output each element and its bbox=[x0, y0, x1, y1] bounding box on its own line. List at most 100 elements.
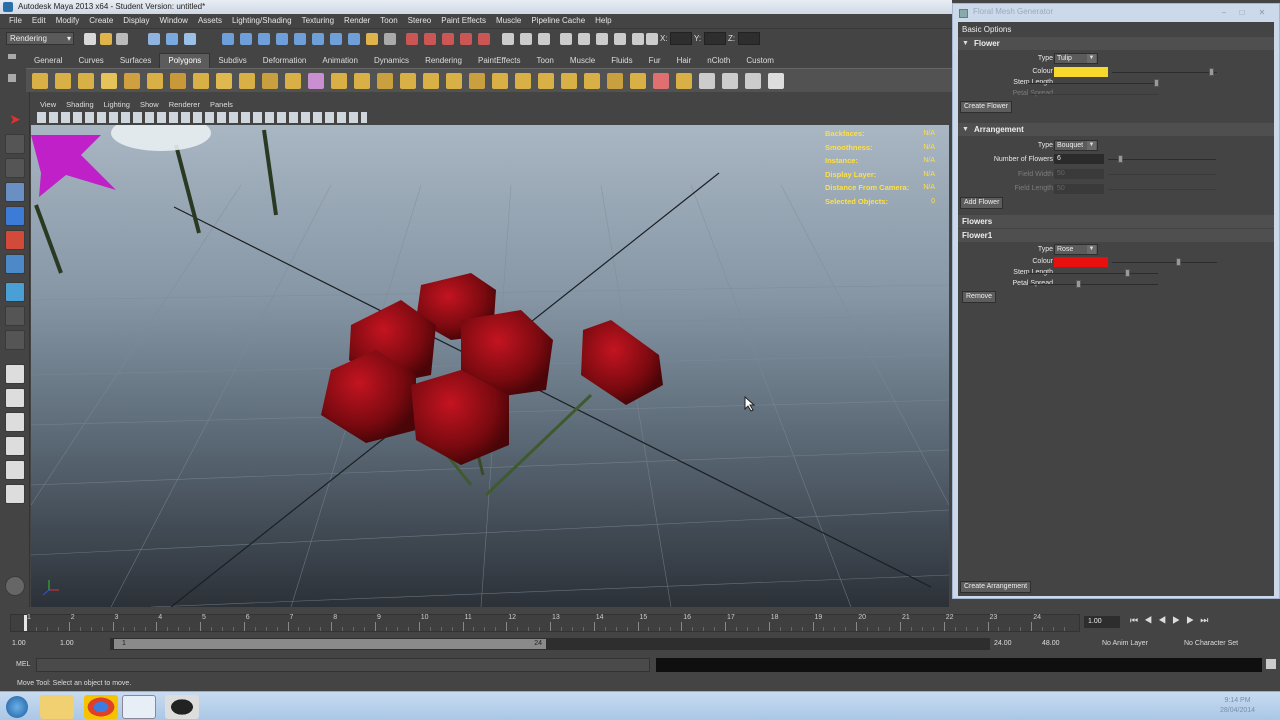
shelf-menu-icon[interactable] bbox=[4, 52, 20, 86]
select-tool-icon[interactable]: ➤ bbox=[5, 110, 25, 130]
render-view-icon[interactable] bbox=[478, 33, 490, 45]
save-scene-icon[interactable] bbox=[116, 33, 128, 45]
shelf-tab-general[interactable]: General bbox=[26, 54, 70, 68]
flower1-colour-slider-thumb[interactable] bbox=[1176, 258, 1181, 266]
stem-length-slider-track[interactable] bbox=[1028, 83, 1158, 84]
shelf-tool-icon[interactable] bbox=[32, 73, 48, 89]
channel-box-icon[interactable] bbox=[538, 33, 550, 45]
menu-item-window[interactable]: Window bbox=[155, 14, 193, 28]
menu-item-muscle[interactable]: Muscle bbox=[491, 14, 526, 28]
shelf-tool-icon[interactable] bbox=[193, 73, 209, 89]
history-icon[interactable] bbox=[330, 33, 342, 45]
shelf-tab-muscle[interactable]: Muscle bbox=[562, 54, 603, 68]
stem-length-slider-thumb[interactable] bbox=[1154, 79, 1159, 87]
persp-outliner-layout-icon[interactable] bbox=[5, 412, 25, 432]
chrome-taskbar-icon[interactable] bbox=[84, 695, 118, 719]
tool-settings-icon[interactable] bbox=[520, 33, 532, 45]
perspective-viewport[interactable]: Backfaces: N/A Smoothness: N/A Instance: N/A D… bbox=[31, 125, 949, 607]
grid-icon[interactable] bbox=[614, 33, 626, 45]
shelf-tab-custom[interactable]: Custom bbox=[738, 54, 782, 68]
current-time-marker[interactable] bbox=[24, 615, 27, 631]
single-perspective-layout-icon[interactable] bbox=[5, 364, 25, 384]
arrangement-section-header[interactable]: ▼ Arrangement bbox=[958, 123, 1274, 136]
flower-colour-swatch[interactable] bbox=[1054, 67, 1108, 77]
shelf-tool-icon[interactable] bbox=[147, 73, 163, 89]
shelf-tool-icon[interactable] bbox=[55, 73, 71, 89]
script-editor-icon[interactable] bbox=[1266, 659, 1276, 669]
start-time-field[interactable]: 1.00 bbox=[12, 640, 26, 647]
shelf-tab-fluids[interactable]: Fluids bbox=[603, 54, 640, 68]
field-length-field[interactable]: 50 bbox=[1054, 184, 1104, 194]
menu-set-selector[interactable]: Rendering ▾ bbox=[6, 32, 74, 45]
character-icon[interactable] bbox=[5, 576, 25, 596]
flower-colour-slider-thumb[interactable] bbox=[1209, 68, 1214, 76]
flower-colour-slider-track[interactable] bbox=[1112, 72, 1217, 73]
menu-item-create[interactable]: Create bbox=[84, 14, 118, 28]
shelf-tool-icon[interactable] bbox=[653, 73, 669, 89]
snap-curve-icon[interactable] bbox=[240, 33, 252, 45]
menu-item-file[interactable]: File bbox=[4, 14, 27, 28]
absolute-transform-icon[interactable] bbox=[646, 33, 658, 45]
shelf-tool-icon[interactable] bbox=[446, 73, 462, 89]
snap-plane-icon[interactable] bbox=[276, 33, 288, 45]
petal-spread-slider-track[interactable] bbox=[1028, 94, 1158, 95]
shelf-tool-icon[interactable] bbox=[722, 73, 738, 89]
anim-layer-menu[interactable]: No Anim Layer bbox=[1102, 640, 1148, 647]
menu-item-pipeline-cache[interactable]: Pipeline Cache bbox=[526, 14, 590, 28]
create-flower-button[interactable]: Create Flower bbox=[960, 101, 1012, 113]
field-length-slider-track[interactable] bbox=[1108, 189, 1216, 190]
select-component-icon[interactable] bbox=[184, 33, 196, 45]
shelf-tool-icon[interactable] bbox=[354, 73, 370, 89]
menu-item-display[interactable]: Display bbox=[118, 14, 154, 28]
snap-live-icon[interactable] bbox=[312, 33, 324, 45]
outliner-icon[interactable] bbox=[578, 33, 590, 45]
field-width-slider-track[interactable] bbox=[1108, 174, 1216, 175]
shelf-tool-icon[interactable] bbox=[561, 73, 577, 89]
select-object-icon[interactable] bbox=[166, 33, 178, 45]
show-manipulator-icon[interactable] bbox=[5, 306, 25, 326]
shelf-tool-icon[interactable] bbox=[492, 73, 508, 89]
menu-item-lighting-shading[interactable]: Lighting/Shading bbox=[227, 14, 297, 28]
end-time-field[interactable]: 48.00 bbox=[1042, 640, 1060, 647]
x-coord-field[interactable] bbox=[670, 32, 692, 45]
system-clock[interactable]: 9:14 PM 28/04/2014 bbox=[1220, 696, 1255, 716]
menu-item-assets[interactable]: Assets bbox=[193, 14, 227, 28]
flowers-section-header[interactable]: Flowers bbox=[958, 215, 1274, 228]
render-current-icon[interactable] bbox=[406, 33, 418, 45]
attribute-editor-icon[interactable] bbox=[502, 33, 514, 45]
construction-history-icon[interactable] bbox=[384, 33, 396, 45]
shelf-tool-icon[interactable] bbox=[699, 73, 715, 89]
shelf-tool-icon[interactable] bbox=[331, 73, 347, 89]
shelf-tool-icon[interactable] bbox=[768, 73, 784, 89]
soft-modification-icon[interactable] bbox=[5, 282, 25, 302]
maya-taskbar-icon[interactable] bbox=[122, 695, 156, 719]
num-flowers-slider-thumb[interactable] bbox=[1118, 155, 1123, 163]
ipr-render-icon[interactable] bbox=[424, 33, 436, 45]
shelf-tool-icon[interactable] bbox=[584, 73, 600, 89]
layout-icon[interactable] bbox=[560, 33, 572, 45]
menu-item-render[interactable]: Render bbox=[339, 14, 375, 28]
render-settings-icon[interactable] bbox=[442, 33, 454, 45]
playback-controls[interactable]: ⏮◀◀▶▶⏭ bbox=[1130, 615, 1278, 629]
shelf-tab-hair[interactable]: Hair bbox=[669, 54, 700, 68]
lasso-tool-icon[interactable] bbox=[5, 134, 25, 154]
time-ruler[interactable]: 1 2 3 4 5 6 7 8 9 10 11 12 13 14 15 16 17 18 19 20 21 22 23 24 bbox=[10, 614, 1080, 632]
time-slider[interactable]: 1 2 3 4 5 6 7 8 9 10 11 12 13 14 15 16 17 18 19 20 21 22 23 24 … bbox=[0, 607, 1280, 635]
flower1-colour-slider-track[interactable] bbox=[1112, 262, 1217, 263]
panel-menu-renderer[interactable]: Renderer bbox=[164, 99, 205, 111]
shelf-tab-animation[interactable]: Animation bbox=[314, 54, 366, 68]
menu-item-edit[interactable]: Edit bbox=[27, 14, 51, 28]
panel-menu-lighting[interactable]: Lighting bbox=[99, 99, 135, 111]
shelf-tab-dynamics[interactable]: Dynamics bbox=[366, 54, 417, 68]
panel-menu-panels[interactable]: Panels bbox=[205, 99, 238, 111]
flower1-type-select[interactable]: Rose ▼ bbox=[1054, 244, 1098, 255]
flower-section-header[interactable]: ▼ Flower bbox=[958, 37, 1274, 50]
create-arrangement-button[interactable]: Create Arrangement bbox=[960, 581, 1032, 593]
panel-menu-show[interactable]: Show bbox=[135, 99, 164, 111]
hypershade-icon[interactable] bbox=[460, 33, 472, 45]
menu-item-stereo[interactable]: Stereo bbox=[403, 14, 437, 28]
shelf-tool-icon[interactable] bbox=[124, 73, 140, 89]
shelf-tool-icon[interactable] bbox=[423, 73, 439, 89]
flower-type-select[interactable]: Tulip ▼ bbox=[1054, 53, 1098, 64]
shelf-tab-deformation[interactable]: Deformation bbox=[255, 54, 315, 68]
